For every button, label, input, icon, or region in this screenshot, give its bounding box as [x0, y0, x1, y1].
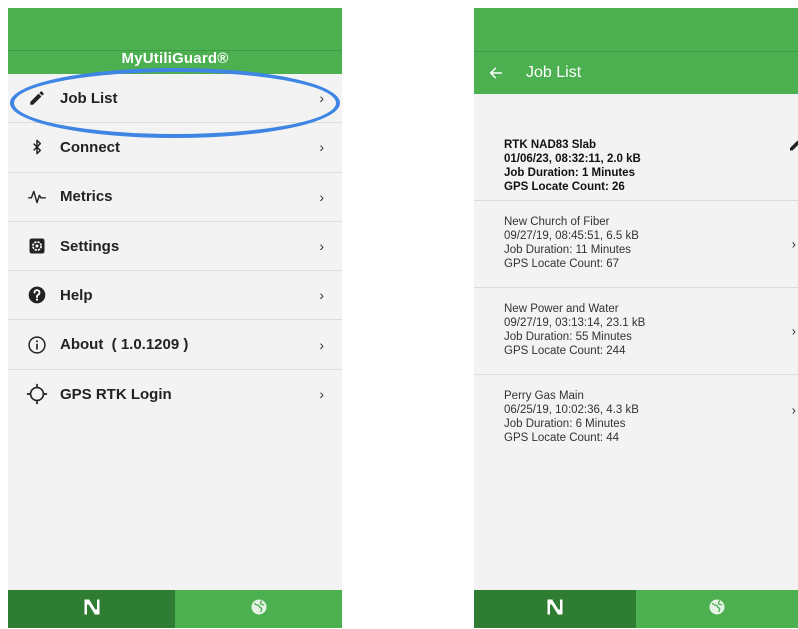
utiliguard-logo-icon	[545, 597, 565, 622]
status-bar-area	[474, 8, 798, 52]
chevron-right-icon: ›	[791, 236, 796, 252]
menu-item-gps-rtk-login[interactable]: GPS RTK Login ›	[8, 370, 342, 419]
help-icon	[22, 283, 52, 307]
chevron-right-icon: ›	[319, 336, 324, 353]
job-name: RTK NAD83 Slab	[504, 139, 597, 151]
menu-item-job-list[interactable]: Job List ›	[8, 74, 342, 124]
job-date-size: 06/25/19, 10:02:36, 4.3 kB	[504, 404, 639, 416]
chevron-right-icon: ›	[319, 139, 324, 156]
tab-utiliguard[interactable]	[474, 590, 636, 628]
job-list-item[interactable]: New Church of Fiber 09/27/19, 08:45:51, …	[474, 201, 798, 288]
settings-icon	[22, 234, 52, 258]
job-gps-count: GPS Locate Count: 44	[504, 432, 620, 444]
chevron-right-icon: ›	[791, 402, 796, 418]
pencil-icon	[22, 86, 52, 110]
pencil-icon[interactable]	[788, 137, 798, 158]
info-icon	[22, 333, 52, 357]
job-list-item[interactable]: RTK NAD83 Slab 01/06/23, 08:32:11, 2.0 k…	[474, 94, 798, 201]
job-gps-count: GPS Locate Count: 26	[504, 181, 625, 193]
globe-icon	[249, 597, 269, 622]
job-date-size: 01/06/23, 08:32:11, 2.0 kB	[504, 153, 641, 165]
job-duration: Job Duration: 55 Minutes	[504, 331, 632, 343]
chevron-right-icon: ›	[791, 323, 796, 339]
job-name: New Church of Fiber	[504, 216, 610, 228]
menu-label-metrics: Metrics	[60, 188, 113, 206]
menu-item-settings[interactable]: Settings ›	[8, 222, 342, 272]
job-duration: Job Duration: 11 Minutes	[504, 244, 631, 256]
job-list: RTK NAD83 Slab 01/06/23, 08:32:11, 2.0 k…	[474, 94, 798, 462]
chevron-right-icon: ›	[319, 287, 324, 304]
chevron-right-icon: ›	[319, 386, 324, 403]
app-bar: Job List	[474, 52, 798, 94]
bluetooth-icon	[22, 135, 52, 159]
back-arrow-icon[interactable]	[474, 52, 518, 94]
chevron-right-icon: ›	[319, 238, 324, 255]
menu-label-gps-rtk-login: GPS RTK Login	[60, 385, 172, 403]
left-phone-screen: MyUtiliGuard® Job List › Connect › Metri…	[8, 8, 342, 628]
menu-label-job-list: Job List	[60, 89, 118, 107]
crosshair-icon	[22, 382, 52, 406]
menu-item-metrics[interactable]: Metrics ›	[8, 173, 342, 222]
menu-label-help: Help	[60, 286, 93, 304]
tab-globe[interactable]	[636, 590, 798, 628]
job-gps-count: GPS Locate Count: 244	[504, 345, 626, 357]
job-gps-count: GPS Locate Count: 67	[504, 258, 620, 270]
main-menu: Job List › Connect › Metrics › Settings …	[8, 74, 342, 420]
job-list-item[interactable]: Perry Gas Main 06/25/19, 10:02:36, 4.3 k…	[474, 375, 798, 462]
menu-item-connect[interactable]: Connect ›	[8, 123, 342, 173]
chevron-right-icon: ›	[319, 188, 324, 205]
menu-label-about: About ( 1.0.1209 )	[60, 336, 189, 354]
app-header: MyUtiliGuard®	[8, 8, 342, 74]
job-duration: Job Duration: 6 Minutes	[504, 418, 626, 430]
bottom-navigation	[474, 590, 798, 628]
globe-icon	[707, 597, 727, 622]
page-title: Job List	[526, 64, 582, 81]
utiliguard-logo-icon	[82, 597, 102, 622]
job-list-item[interactable]: New Power and Water 09/27/19, 03:13:14, …	[474, 288, 798, 375]
app-title: MyUtiliGuard®	[121, 50, 229, 67]
bottom-navigation	[8, 590, 342, 628]
menu-item-about[interactable]: About ( 1.0.1209 ) ›	[8, 320, 342, 370]
menu-item-help[interactable]: Help ›	[8, 271, 342, 321]
menu-label-settings: Settings	[60, 237, 120, 255]
job-name: New Power and Water	[504, 303, 619, 315]
job-duration: Job Duration: 1 Minutes	[504, 167, 635, 179]
job-name: Perry Gas Main	[504, 390, 584, 402]
job-date-size: 09/27/19, 03:13:14, 23.1 kB	[504, 317, 646, 329]
job-date-size: 09/27/19, 08:45:51, 6.5 kB	[504, 230, 639, 242]
menu-label-connect: Connect	[60, 138, 120, 156]
right-phone-screen: Job List RTK NAD83 Slab 01/06/23, 08:32:…	[474, 8, 798, 628]
pulse-icon	[22, 185, 52, 209]
chevron-right-icon: ›	[319, 90, 324, 107]
tab-globe[interactable]	[175, 590, 342, 628]
tab-utiliguard[interactable]	[8, 590, 175, 628]
